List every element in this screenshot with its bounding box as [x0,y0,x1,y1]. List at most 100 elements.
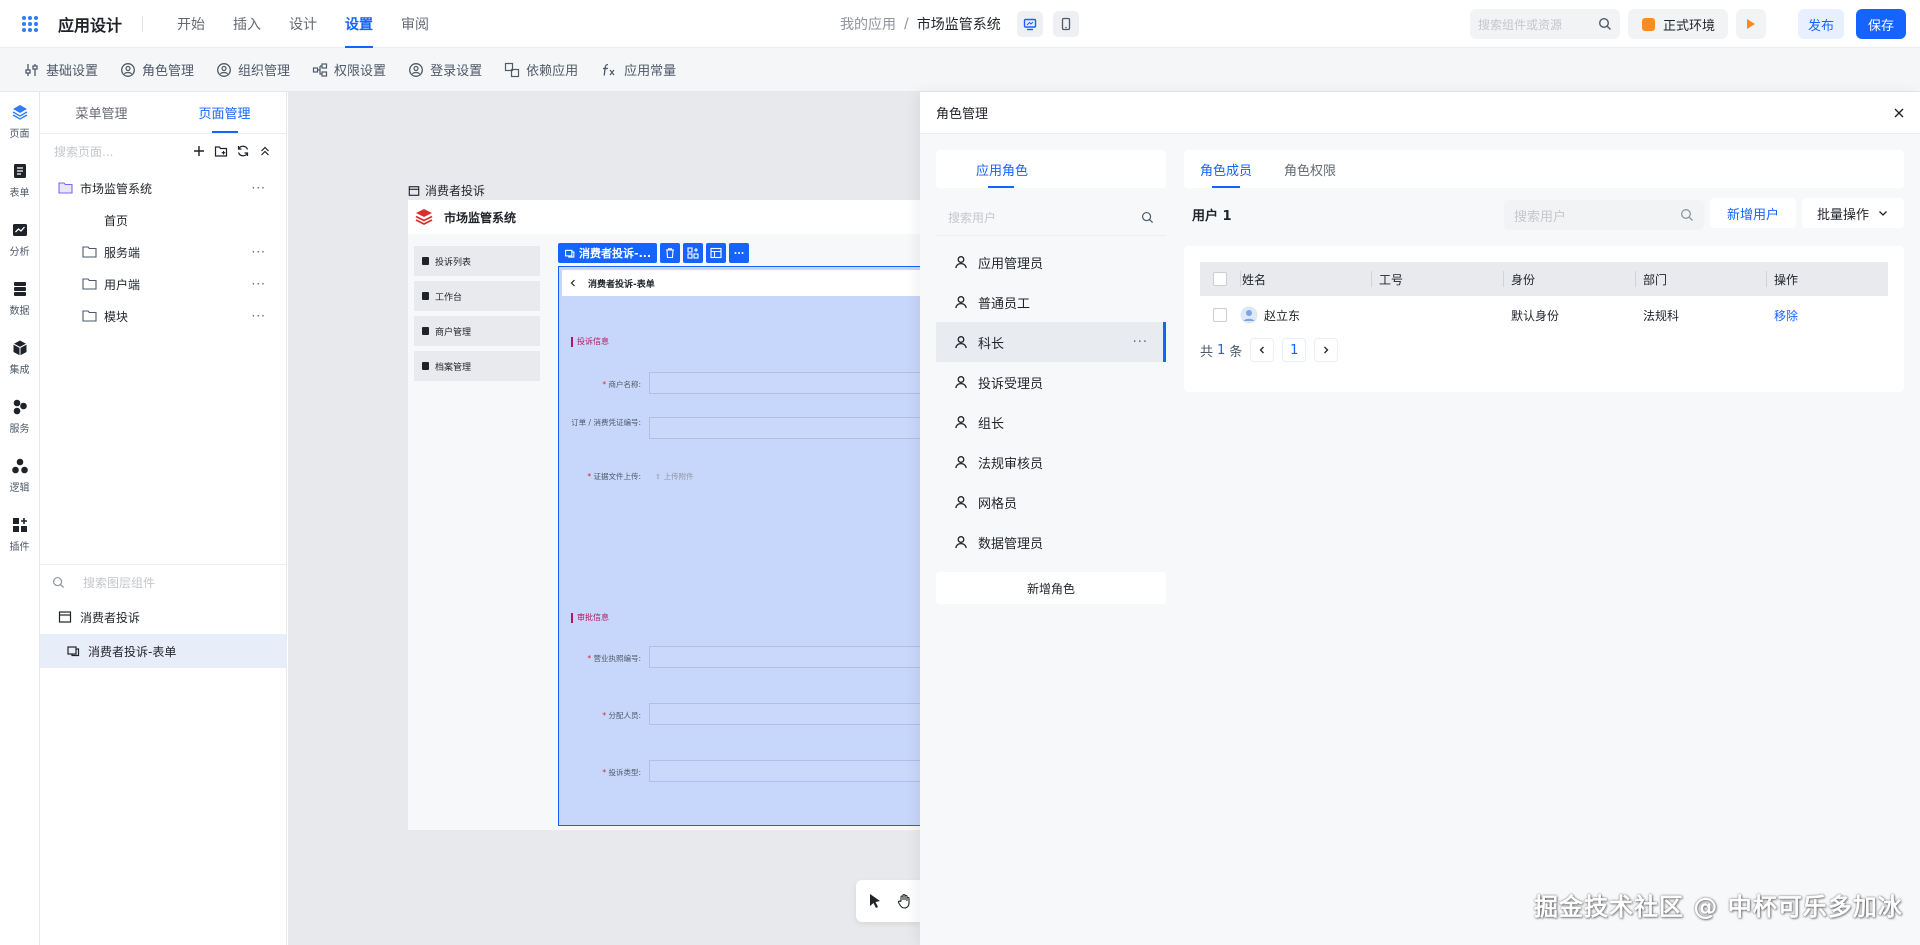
tab-app-roles[interactable]: 应用角色 [936,150,1166,188]
upload-button[interactable]: ⇧ 上传附件 [655,471,694,482]
save-button[interactable]: 保存 [1856,9,1906,39]
settings-login[interactable]: 登录设置 [408,60,482,79]
preview-nav-item[interactable]: 工作台 [414,281,540,311]
component-settings-button[interactable] [683,243,704,263]
add-user-button[interactable]: 新增用户 [1710,198,1796,228]
pointer-icon[interactable] [866,892,884,910]
user-icon [955,256,967,269]
selected-component-chip[interactable]: 消费者投诉-... [558,243,658,263]
nav-insert[interactable]: 插入 [219,0,275,48]
preview-nav-item[interactable]: 档案管理 [414,351,540,381]
layer-search-input[interactable]: 搜索图层组件 [40,564,287,600]
tree-item-server[interactable]: 服务端 ··· [40,236,286,268]
select-all-checkbox[interactable] [1213,272,1227,286]
rail-data[interactable]: 数据 [0,269,39,328]
breadcrumb-separator: / [904,16,909,32]
nav-design[interactable]: 设计 [275,0,331,48]
row-checkbox[interactable] [1213,308,1227,322]
batch-actions-dropdown[interactable]: 批量操作 [1802,198,1904,228]
design-canvas[interactable]: 消费者投诉 市场监管系统 投诉列表 工作台 商户管理 档案管理 消费者投诉-..… [288,92,929,945]
settings-permissions[interactable]: 权限设置 [312,60,386,79]
plus-icon[interactable] [192,144,206,158]
refresh-icon[interactable] [236,144,250,158]
more-icon[interactable]: ··· [252,245,266,259]
next-page-button[interactable] [1314,338,1339,362]
role-item[interactable]: 数据管理员 [936,522,1166,562]
settings-org[interactable]: 组织管理 [216,60,290,79]
rail-services[interactable]: 服务 [0,387,39,446]
more-icon[interactable]: ··· [252,181,266,195]
function-icon [603,63,615,76]
role-label: 网格员 [978,496,1018,512]
settings-constants[interactable]: 应用常量 [600,60,676,79]
more-icon[interactable]: ··· [1133,335,1148,350]
layer-form[interactable]: 消费者投诉-表单 [40,634,287,668]
settings-roles[interactable]: 角色管理 [120,60,194,79]
field-input[interactable] [649,372,929,394]
role-item[interactable]: 应用管理员 [936,242,1166,282]
breadcrumb-parent[interactable]: 我的应用 [840,14,896,34]
preview-nav-item[interactable]: 商户管理 [414,316,540,346]
more-icon[interactable]: ··· [252,277,266,291]
role-search-input[interactable]: 搜索用户 [936,200,1166,236]
member-search-input[interactable]: 搜索用户 [1504,200,1704,230]
run-button[interactable] [1736,9,1766,39]
role-item[interactable]: 法规审核员 [936,442,1166,482]
mobile-preview-button[interactable] [1052,11,1079,37]
tab-menu-management[interactable]: 菜单管理 [40,92,163,133]
settings-basic[interactable]: 基础设置 [24,60,98,79]
role-search-placeholder: 搜索用户 [948,211,997,225]
nav-settings[interactable]: 设置 [331,0,387,48]
watermark: 掘金技术社区 @ 中杯可乐多加冰 [1534,893,1903,921]
hand-icon[interactable] [896,892,914,910]
app-grid-icon[interactable] [22,15,38,32]
tab-role-permissions[interactable]: 角色权限 [1284,150,1336,188]
close-icon[interactable] [1892,106,1906,120]
page-number-button[interactable]: 1 [1282,338,1307,362]
layer-search-placeholder: 搜索图层组件 [83,576,156,590]
delete-component-button[interactable] [660,243,681,263]
rail-plugins[interactable]: 插件 [0,505,39,564]
rail-analytics[interactable]: 分析 [0,210,39,269]
remove-member-link[interactable]: 移除 [1766,296,1888,334]
environment-button[interactable]: 正式环境 [1628,9,1728,39]
tree-item-module[interactable]: 模块 ··· [40,300,286,332]
field-input[interactable] [649,760,929,782]
prev-page-button[interactable] [1250,338,1275,362]
selected-form-component[interactable]: 消费者投诉-表单 投诉信息 * 商户名称: 订单 / 消费凭证编号: * 证据文… [558,266,929,826]
layer-page[interactable]: 消费者投诉 [40,600,287,634]
role-item[interactable]: 组长 [936,402,1166,442]
tab-role-members[interactable]: 角色成员 [1200,150,1252,188]
desktop-preview-button[interactable] [1016,11,1043,37]
component-more-button[interactable] [729,243,750,263]
page-search-input[interactable]: 搜索页面... [54,143,113,160]
selection-toolbar: 消费者投诉-... [558,243,750,263]
tree-item-home[interactable]: 首页 [40,204,286,236]
rail-logic[interactable]: 逻辑 [0,446,39,505]
role-item[interactable]: 网格员 [936,482,1166,522]
tab-page-management[interactable]: 页面管理 [163,92,286,133]
more-icon[interactable]: ··· [252,309,266,323]
component-search-input[interactable]: 搜索组件或资源 [1470,9,1620,39]
publish-button[interactable]: 发布 [1798,9,1844,39]
component-layout-button[interactable] [706,243,727,263]
add-role-button[interactable]: 新增角色 [936,572,1166,604]
field-input[interactable] [649,646,929,668]
chevron-left-icon[interactable] [568,278,578,288]
role-item[interactable]: 普通员工 [936,282,1166,322]
collapse-icon[interactable] [258,144,272,158]
rail-pages[interactable]: 页面 [0,92,39,151]
tree-root-row[interactable]: 市场监管系统 ··· [40,172,286,204]
nav-start[interactable]: 开始 [163,0,219,48]
rail-forms[interactable]: 表单 [0,151,39,210]
rail-integration[interactable]: 集成 [0,328,39,387]
nav-review[interactable]: 审阅 [387,0,443,48]
new-folder-icon[interactable] [214,144,228,158]
preview-nav-item[interactable]: 投诉列表 [414,246,540,276]
tree-item-client[interactable]: 用户端 ··· [40,268,286,300]
role-item[interactable]: 投诉受理员 [936,362,1166,402]
settings-dependencies[interactable]: 依赖应用 [504,60,578,79]
field-input[interactable] [649,417,929,439]
field-input[interactable] [649,703,929,725]
role-item-active[interactable]: 科长 ··· [936,322,1166,362]
